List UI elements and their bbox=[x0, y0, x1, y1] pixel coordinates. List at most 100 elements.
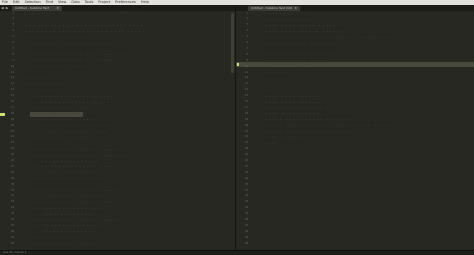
line-number: 37 bbox=[10, 223, 14, 227]
line-number: 13 bbox=[10, 82, 14, 86]
line-number: 1 bbox=[246, 11, 248, 15]
line-number: 11 bbox=[10, 70, 14, 74]
line-number: 25 bbox=[10, 153, 14, 157]
code-line: . . . . . . . . . . . . . . bbox=[250, 100, 319, 104]
code-line: . . . . . . . bbox=[16, 76, 50, 80]
line-number: 32 bbox=[10, 194, 14, 198]
code-line: . . . . . . . . . . . . . . . . . bbox=[16, 118, 100, 122]
line-number: 6 bbox=[246, 41, 248, 44]
line-number: 34 bbox=[10, 206, 14, 210]
line-number: 13 bbox=[244, 82, 248, 86]
code-line: . . . . . . . . . . . . . . . . . . . bbox=[16, 206, 108, 210]
code-line: . . . . . . . . . . . . . bbox=[16, 65, 85, 69]
code-line: . . . . . . . . . . . bbox=[16, 82, 67, 86]
line-number: 29 bbox=[244, 176, 248, 180]
status-text: Line 26, Column 1 bbox=[3, 251, 27, 254]
line-number: 1 bbox=[12, 11, 14, 15]
line-number: 15 bbox=[244, 94, 248, 98]
line-number: 24 bbox=[244, 147, 248, 151]
code-line: . . . . . . . bbox=[250, 71, 290, 74]
code-line: . . . . . . . . . . . . . . . bbox=[16, 135, 93, 139]
line-number: 26 bbox=[244, 159, 248, 162]
line-number: 14 bbox=[10, 88, 14, 92]
left-scrollbar[interactable] bbox=[231, 13, 234, 73]
code-line: . . . . . . . . . . . . . bbox=[250, 94, 316, 98]
code-line: . . . . . . . . . . . . . . . . . . . . … bbox=[16, 189, 124, 192]
code-line: . . . . . . . . . bbox=[250, 135, 304, 139]
line-number: 31 bbox=[244, 188, 248, 192]
line-number: 2 bbox=[12, 17, 14, 21]
line-number: 19 bbox=[244, 117, 248, 121]
code-line: . . . . . . . . . . . . . . . . . . . . … bbox=[16, 53, 128, 57]
left-editor-pane[interactable]: 1 2 3 4 5 6 7 8 9 10 11 12 13 14 15 16 17 18 19 20 21 22 23 24 2… bbox=[0, 11, 235, 250]
line-number: 23 bbox=[244, 141, 248, 145]
line-number: 32 bbox=[244, 194, 248, 198]
right-gutter: 1 2 3 4 5 6 7 8 9 10 11 12 13 14 15 16 17 18 19 20 21 22 23 24 2… bbox=[236, 11, 248, 250]
line-number: 7 bbox=[246, 46, 248, 50]
line-number: 39 bbox=[244, 235, 248, 239]
code-line: . . . . . . . . . . . . . . . bbox=[16, 159, 98, 163]
left-gutter: 1 2 3 4 5 6 7 8 9 10 11 12 13 14 15 16 17 18 19 20 21 22 23 24 2… bbox=[0, 11, 14, 250]
line-number: 5 bbox=[12, 35, 14, 39]
code-line: . . . . . . . . . . . . . bbox=[16, 230, 95, 234]
right-editor-pane[interactable]: 1 2 3 4 5 6 7 8 9 10 11 12 13 14 15 16 17 18 19 20 21 22 23 24 2… bbox=[236, 11, 474, 250]
line-number: 28 bbox=[10, 170, 14, 174]
code-line: . . . bbox=[250, 88, 275, 92]
code-line: . . . . . . . . . . . . . . . . . . . . … bbox=[16, 153, 128, 157]
line-number: 9 bbox=[246, 58, 248, 62]
line-number: 38 bbox=[244, 229, 248, 233]
code-line: . . . . . . . . . . . bbox=[250, 65, 314, 69]
line-number: 10 bbox=[244, 64, 248, 68]
line-number: 12 bbox=[10, 76, 14, 80]
code-line: . . . . . . . . . . . . bbox=[16, 236, 80, 240]
line-number: 21 bbox=[10, 129, 14, 133]
line-number: 6 bbox=[12, 41, 14, 44]
code-line: . . . . . . . . . . . . . . bbox=[250, 112, 319, 116]
code-line: . . . . . . . . . . . . . . . . bbox=[16, 35, 87, 39]
code-line: . . . . . . . . . . . bbox=[250, 12, 306, 15]
status-bar: Line 26, Column 1 bbox=[0, 250, 474, 255]
right-code-area[interactable]: . . . . . . . . . . . . . . . . . . . . … bbox=[250, 11, 474, 250]
code-line: . . . . . . . . . . . . . . . bbox=[250, 59, 323, 63]
code-line: . . . . . . . . . . . . . . . . bbox=[16, 242, 97, 246]
code-line: . . . . . . . . . . . . . . . . . . . . … bbox=[16, 59, 117, 63]
code-line: . . . bbox=[250, 141, 275, 145]
code-line: . . . . . . . . . . . . . . . . . . . . … bbox=[16, 29, 145, 33]
line-number: 30 bbox=[10, 182, 14, 186]
line-number: 40 bbox=[10, 241, 14, 245]
line-number: 40 bbox=[244, 241, 248, 245]
editor-window: File Edit Selection Find View Goto Tools Projec… bbox=[0, 0, 474, 255]
line-number: 2 bbox=[246, 17, 248, 21]
left-code-area[interactable]: . . . . . . . . . . . . . . . . . . . . … bbox=[16, 11, 235, 250]
code-line: . . . . . . . . . . . . . . . . . . . . bbox=[16, 41, 115, 45]
code-line: . . . . . bbox=[16, 88, 54, 92]
code-line: . . . . . . . . . . . . . . . . . bbox=[16, 100, 110, 104]
line-number: 36 bbox=[244, 218, 248, 221]
line-number: 27 bbox=[244, 164, 248, 168]
code-line: . . . . . . . . . . . . . . . . . . . . … bbox=[16, 23, 147, 27]
line-number: 3 bbox=[246, 23, 248, 27]
code-line: . . . . . . . . . . . . . . . . . . bbox=[250, 23, 336, 27]
line-number: 33 bbox=[10, 200, 14, 204]
line-number: 4 bbox=[12, 29, 14, 33]
line-number: 19 bbox=[10, 117, 14, 121]
line-number: 27 bbox=[10, 164, 14, 168]
line-number: 17 bbox=[10, 105, 14, 109]
line-number: 4 bbox=[246, 29, 248, 33]
code-line: . . . . . . . . . . . . . . . . . . . . … bbox=[250, 35, 392, 39]
line-number: 10 bbox=[10, 64, 14, 68]
line-number: 8 bbox=[12, 52, 14, 56]
line-number: 11 bbox=[244, 70, 248, 74]
line-number: 34 bbox=[244, 206, 248, 210]
code-line: . . . . . . . . . . . . . . . . . . . . bbox=[16, 165, 113, 169]
line-number: 18 bbox=[244, 111, 248, 115]
line-number: 25 bbox=[244, 153, 248, 157]
line-number: 18 bbox=[10, 111, 14, 115]
code-line: . . . . . . . . . . . . . . . . . bbox=[250, 106, 332, 110]
line-number: 16 bbox=[10, 100, 14, 103]
code-line: . . . . . . . . . . . . bbox=[16, 212, 91, 216]
code-line: . . . . . . . . . . . . . . . . . . bbox=[16, 177, 104, 181]
line-number: 9 bbox=[12, 58, 14, 62]
code-line: . . . . . . . . . . . . . . . . . . . . … bbox=[16, 218, 121, 222]
code-line: . . . . . . . . . . . . . . . . . . bbox=[250, 41, 334, 45]
